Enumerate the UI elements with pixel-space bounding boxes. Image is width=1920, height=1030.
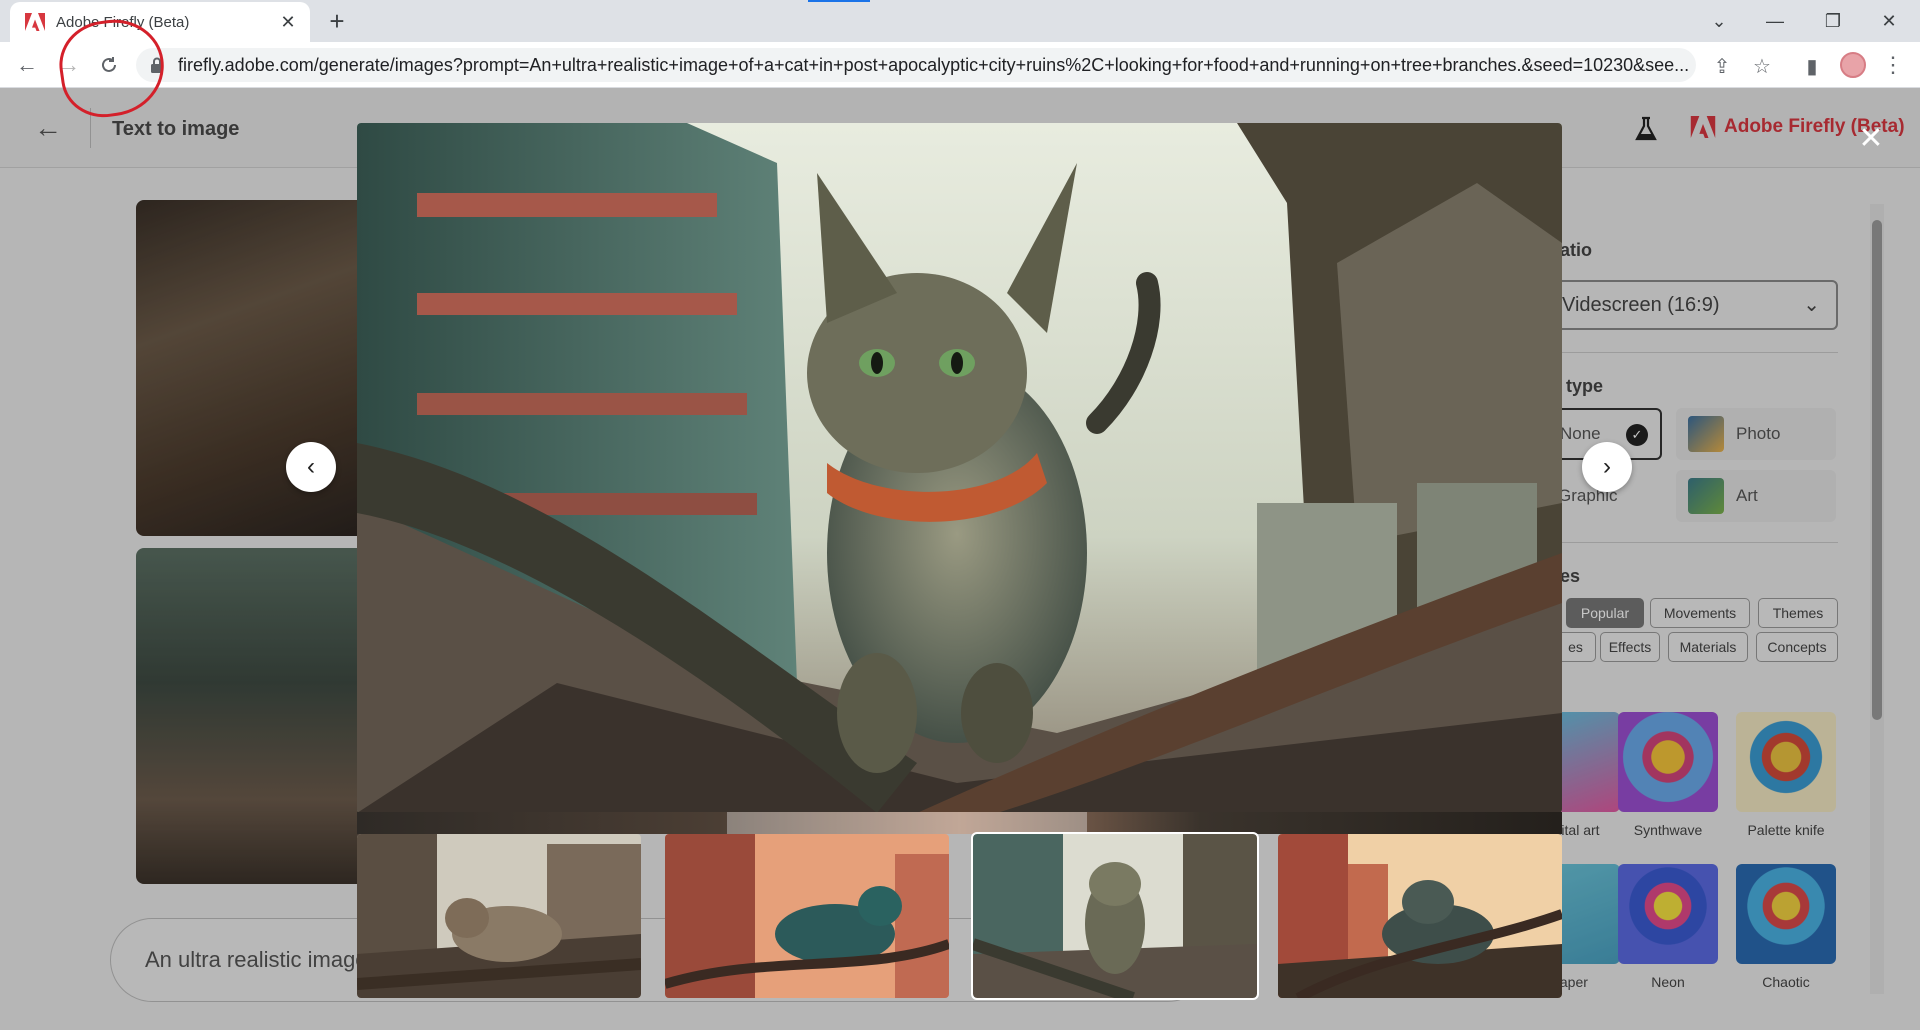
tab-loading-indicator xyxy=(808,0,870,2)
window-close-icon[interactable]: ✕ xyxy=(1866,6,1912,36)
adobe-logo-icon xyxy=(24,12,46,32)
address-bar[interactable]: firefly.adobe.com/generate/images?prompt… xyxy=(136,48,1696,82)
thumbnail-4[interactable] xyxy=(1278,834,1562,998)
profile-avatar[interactable] xyxy=(1840,52,1866,78)
browser-toolbar: ← → firefly.adobe.com/generate/images?pr… xyxy=(0,42,1920,88)
back-icon[interactable]: ← xyxy=(12,50,42,80)
browser-menu-icon[interactable]: ⋮ xyxy=(1882,52,1904,78)
bookmark-star-icon[interactable]: ☆ xyxy=(1750,54,1774,78)
restore-icon[interactable]: ❐ xyxy=(1810,6,1856,36)
minimize-icon[interactable]: — xyxy=(1752,6,1798,36)
browser-tab[interactable]: Adobe Firefly (Beta) ✕ xyxy=(10,2,310,42)
previous-image-button[interactable]: ‹ xyxy=(286,442,336,492)
browser-tab-bar: Adobe Firefly (Beta) ✕ + ⌄ — ❐ ✕ xyxy=(0,0,1920,42)
chevron-right-icon: › xyxy=(1603,453,1611,480)
thumbnail-strip-highlight xyxy=(727,812,1087,834)
side-panel-icon[interactable]: ▮ xyxy=(1800,54,1824,78)
chevron-left-icon: ‹ xyxy=(307,453,315,480)
lightbox-main-image xyxy=(357,123,1562,813)
new-tab-button[interactable]: + xyxy=(322,8,352,34)
thumbnail-1[interactable] xyxy=(357,834,641,998)
thumbnail-3[interactable] xyxy=(971,832,1259,1000)
next-image-button[interactable]: › xyxy=(1582,442,1632,492)
tab-close-icon[interactable]: ✕ xyxy=(278,12,298,33)
thumbnail-2[interactable] xyxy=(665,834,949,998)
thumbnail-strip xyxy=(357,812,1562,1000)
tab-search-chevron-icon[interactable]: ⌄ xyxy=(1696,6,1742,36)
url-text: firefly.adobe.com/generate/images?prompt… xyxy=(178,54,1690,75)
share-icon[interactable]: ⇪ xyxy=(1710,54,1734,78)
lightbox-close-icon[interactable]: ✕ xyxy=(1856,124,1886,154)
